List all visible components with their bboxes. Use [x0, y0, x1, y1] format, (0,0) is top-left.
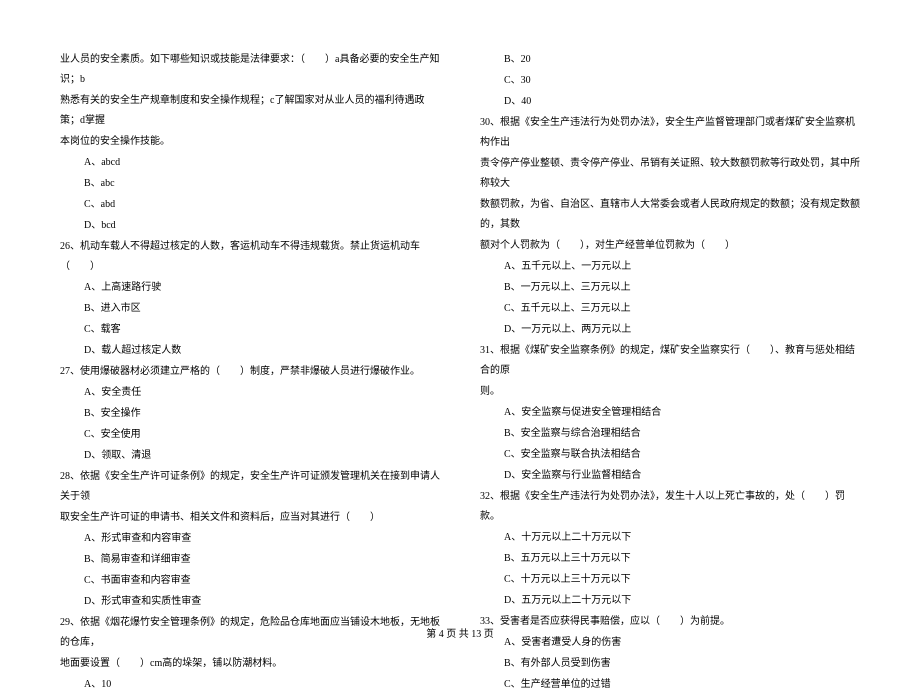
option-item: A、形式审查和内容审查	[60, 529, 440, 549]
question-text: 31、根据《煤矿安全监察条例》的规定，煤矿安全监察实行（ ）、教育与惩处相结合的…	[480, 341, 860, 381]
intro-line: 熟悉有关的安全生产规章制度和安全操作规程；c了解国家对从业人员的福利待遇政策；d…	[60, 91, 440, 131]
page-footer: 第 4 页 共 13 页	[0, 625, 920, 640]
option-item: C、载客	[60, 320, 440, 340]
option-item: D、bcd	[60, 216, 440, 236]
right-column: B、20 C、30 D、40 30、根据《安全生产违法行为处罚办法》，安全生产监…	[480, 50, 860, 590]
question-text: 26、机动车载人不得超过核定的人数，客运机动车不得违规载货。禁止货运机动车（ ）	[60, 237, 440, 277]
option-item: A、安全监察与促进安全管理相结合	[480, 403, 860, 423]
option-item: A、上高速路行驶	[60, 278, 440, 298]
option-item: B、简易审查和详细审查	[60, 550, 440, 570]
question-text: 额对个人罚款为（ ），对生产经营单位罚款为（ ）	[480, 236, 860, 256]
option-item: D、载人超过核定人数	[60, 341, 440, 361]
option-item: B、有外部人员受到伤害	[480, 654, 860, 674]
page-container: 业人员的安全素质。如下哪些知识或技能是法律要求：（ ）a具备必要的安全生产知识；…	[0, 0, 920, 620]
question-text: 取安全生产许可证的申请书、相关文件和资料后，应当对其进行（ ）	[60, 508, 440, 528]
option-item: A、10	[60, 675, 440, 695]
option-item: B、20	[480, 50, 860, 70]
question-text: 地面要设置（ ）cm高的垛架，铺以防潮材料。	[60, 654, 440, 674]
option-item: A、安全责任	[60, 383, 440, 403]
option-item: C、abd	[60, 195, 440, 215]
option-item: B、五万元以上三十万元以下	[480, 549, 860, 569]
option-item: B、一万元以上、三万元以上	[480, 278, 860, 298]
option-item: A、abcd	[60, 153, 440, 173]
option-item: D、领取、清退	[60, 446, 440, 466]
option-item: D、一万元以上、两万元以上	[480, 320, 860, 340]
option-item: B、abc	[60, 174, 440, 194]
option-item: A、五千元以上、一万元以上	[480, 257, 860, 277]
intro-line: 本岗位的安全操作技能。	[60, 132, 440, 152]
option-item: C、30	[480, 71, 860, 91]
option-item: C、生产经营单位的过错	[480, 675, 860, 695]
option-item: C、安全使用	[60, 425, 440, 445]
question-text: 数额罚款，为省、自治区、直辖市人大常委会或者人民政府规定的数额；没有规定数额的，…	[480, 195, 860, 235]
question-text: 责令停产停业整顿、责令停产停业、吊销有关证照、较大数额罚款等行政处罚，其中所称较…	[480, 154, 860, 194]
option-item: C、五千元以上、三万元以上	[480, 299, 860, 319]
option-item: C、安全监察与联合执法相结合	[480, 445, 860, 465]
option-item: D、40	[480, 92, 860, 112]
option-item: B、进入市区	[60, 299, 440, 319]
option-item: B、安全操作	[60, 404, 440, 424]
option-item: C、书面审查和内容审查	[60, 571, 440, 591]
question-text: 则。	[480, 382, 860, 402]
option-item: D、形式审查和实质性审查	[60, 592, 440, 612]
question-text: 27、使用爆破器材必须建立严格的（ ）制度，严禁非爆破人员进行爆破作业。	[60, 362, 440, 382]
question-text: 32、根据《安全生产违法行为处罚办法》，发生十人以上死亡事故的，处（ ）罚款。	[480, 487, 860, 527]
intro-line: 业人员的安全素质。如下哪些知识或技能是法律要求：（ ）a具备必要的安全生产知识；…	[60, 50, 440, 90]
option-item: C、十万元以上三十万元以下	[480, 570, 860, 590]
option-item: B、安全监察与综合治理相结合	[480, 424, 860, 444]
question-text: 30、根据《安全生产违法行为处罚办法》，安全生产监督管理部门或者煤矿安全监察机构…	[480, 113, 860, 153]
option-item: D、五万元以上二十万元以下	[480, 591, 860, 611]
question-text: 28、依据《安全生产许可证条例》的规定，安全生产许可证颁发管理机关在接到申请人关…	[60, 467, 440, 507]
option-item: A、十万元以上二十万元以下	[480, 528, 860, 548]
option-item: D、安全监察与行业监督相结合	[480, 466, 860, 486]
left-column: 业人员的安全素质。如下哪些知识或技能是法律要求：（ ）a具备必要的安全生产知识；…	[60, 50, 440, 590]
